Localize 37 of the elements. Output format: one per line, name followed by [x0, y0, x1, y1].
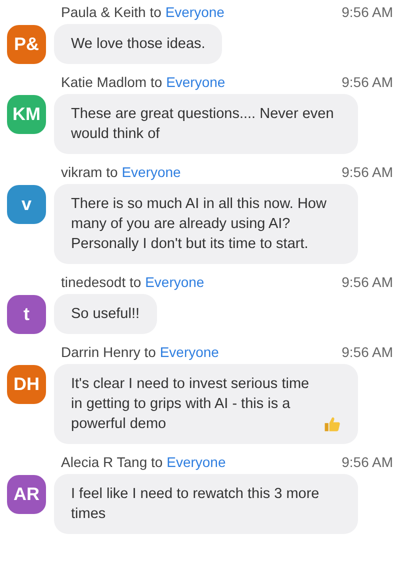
- message-time: 9:56 AM: [342, 164, 393, 180]
- message-time: 9:56 AM: [342, 4, 393, 20]
- message-bubble: These are great questions.... Never even would think of: [54, 94, 358, 154]
- message-bubble: There is so much AI in all this now. How many of you are already using AI? Personally I don't but its time to start.: [54, 184, 358, 264]
- to-label: to: [130, 274, 142, 290]
- sender-name: Paula & Keith: [61, 4, 146, 20]
- message-bubble: We love those ideas.: [54, 24, 222, 64]
- message-time: 9:56 AM: [342, 274, 393, 290]
- recipient-link[interactable]: Everyone: [160, 344, 219, 360]
- sender-name: vikram: [61, 164, 102, 180]
- recipient-link[interactable]: Everyone: [122, 164, 181, 180]
- message-text: It's clear I need to invest serious time in getting to grips with AI - this is a powerful demo: [71, 375, 310, 434]
- avatar: t: [7, 295, 46, 334]
- message-time: 9:56 AM: [342, 344, 393, 360]
- recipient-link[interactable]: Everyone: [145, 274, 204, 290]
- message-bubble: I feel like I need to rewatch this 3 more times: [54, 474, 358, 534]
- sender-name: Alecia R Tang: [61, 454, 148, 470]
- recipient-link[interactable]: Everyone: [166, 454, 226, 470]
- avatar: KM: [7, 95, 46, 134]
- to-label: to: [150, 74, 162, 90]
- to-label: to: [106, 164, 118, 180]
- to-label: to: [151, 454, 163, 470]
- message-time: 9:56 AM: [342, 74, 393, 90]
- recipient-link[interactable]: Everyone: [165, 4, 224, 20]
- message-bubble: So useful!!: [54, 294, 157, 334]
- to-label: to: [150, 4, 162, 20]
- to-label: to: [144, 344, 156, 360]
- avatar: v: [7, 185, 46, 224]
- sender-name: Darrin Henry: [61, 344, 140, 360]
- sender-name: Katie Madlom: [61, 74, 147, 90]
- avatar: AR: [7, 475, 46, 514]
- message-time: 9:56 AM: [342, 454, 393, 470]
- sender-name: tinedesodt: [61, 274, 126, 290]
- thumbs-up-icon: [323, 415, 341, 433]
- avatar: P&: [7, 25, 46, 64]
- avatar: DH: [7, 365, 46, 404]
- recipient-link[interactable]: Everyone: [166, 74, 226, 90]
